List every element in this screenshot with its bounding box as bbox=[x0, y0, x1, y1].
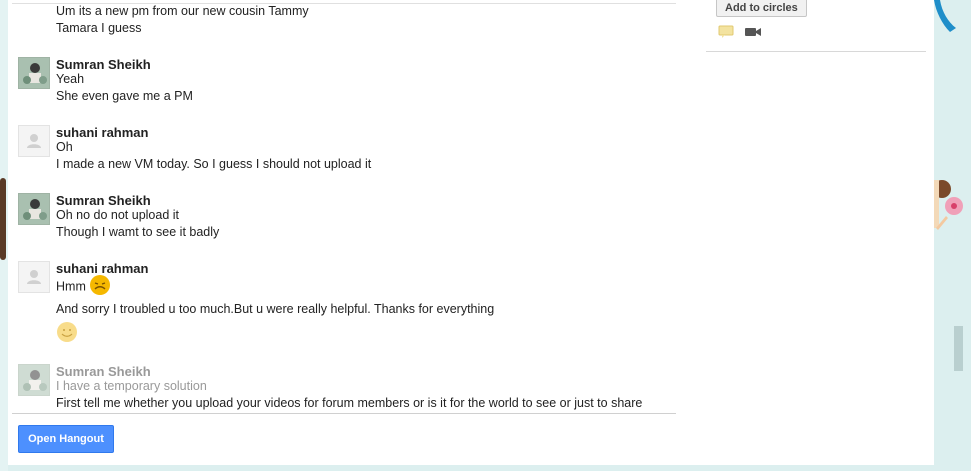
message-line: First tell me whether you upload your vi… bbox=[56, 396, 643, 410]
chat-divider-bottom bbox=[12, 413, 676, 414]
avatar-photo-icon bbox=[19, 194, 49, 224]
avatar[interactable] bbox=[18, 57, 50, 89]
smiling-face-emoji-icon bbox=[57, 322, 77, 342]
message-line: She even gave me a PM bbox=[56, 89, 193, 103]
message-author: Sumran Sheikh bbox=[56, 364, 151, 379]
message-author: suhani rahman bbox=[56, 125, 149, 140]
message-text: Hmm bbox=[56, 279, 86, 294]
chat-bubble-icon[interactable] bbox=[718, 25, 734, 39]
page-scrollbar-thumb[interactable] bbox=[954, 326, 963, 371]
message-author: Sumran Sheikh bbox=[56, 193, 151, 208]
message-line: Oh bbox=[56, 140, 73, 154]
message-line: I made a new VM today. So I guess I shou… bbox=[56, 157, 372, 171]
avatar-photo-icon bbox=[19, 58, 49, 88]
message-line: Hmm bbox=[56, 275, 111, 296]
profile-sidebar: Add to circles bbox=[706, 0, 926, 60]
chat-transcript[interactable]: Um its a new pm from our new cousin Tamm… bbox=[8, 0, 676, 414]
avatar[interactable] bbox=[18, 364, 50, 396]
sidebar-actions bbox=[718, 25, 762, 39]
avatar[interactable] bbox=[18, 261, 50, 293]
open-hangout-button[interactable]: Open Hangout bbox=[18, 425, 114, 453]
background-decoration bbox=[934, 0, 971, 471]
background-decoration-left-figure bbox=[0, 178, 6, 260]
message-line: Tamara I guess bbox=[56, 21, 142, 35]
message-line: Um its a new pm from our new cousin Tamm… bbox=[56, 4, 309, 18]
avatar-photo-icon bbox=[19, 365, 49, 395]
default-avatar-icon bbox=[27, 134, 41, 148]
hangout-card: Um its a new pm from our new cousin Tamm… bbox=[8, 0, 934, 465]
message-line: Oh no do not upload it bbox=[56, 208, 180, 222]
video-camera-icon[interactable] bbox=[744, 26, 762, 38]
message-line: And sorry I troubled u too much.But u we… bbox=[56, 302, 495, 316]
sidebar-divider bbox=[706, 51, 926, 52]
message-line: I have a temporary solution bbox=[56, 379, 207, 393]
add-to-circles-button[interactable]: Add to circles bbox=[716, 0, 807, 17]
avatar[interactable] bbox=[18, 193, 50, 225]
message-author: Sumran Sheikh bbox=[56, 57, 151, 72]
default-avatar-icon bbox=[27, 270, 41, 284]
message-line: Though I wamt to see it badly bbox=[56, 225, 220, 239]
frowning-face-emoji-icon bbox=[90, 275, 111, 295]
avatar[interactable] bbox=[18, 125, 50, 157]
message-line: Yeah bbox=[56, 72, 85, 86]
